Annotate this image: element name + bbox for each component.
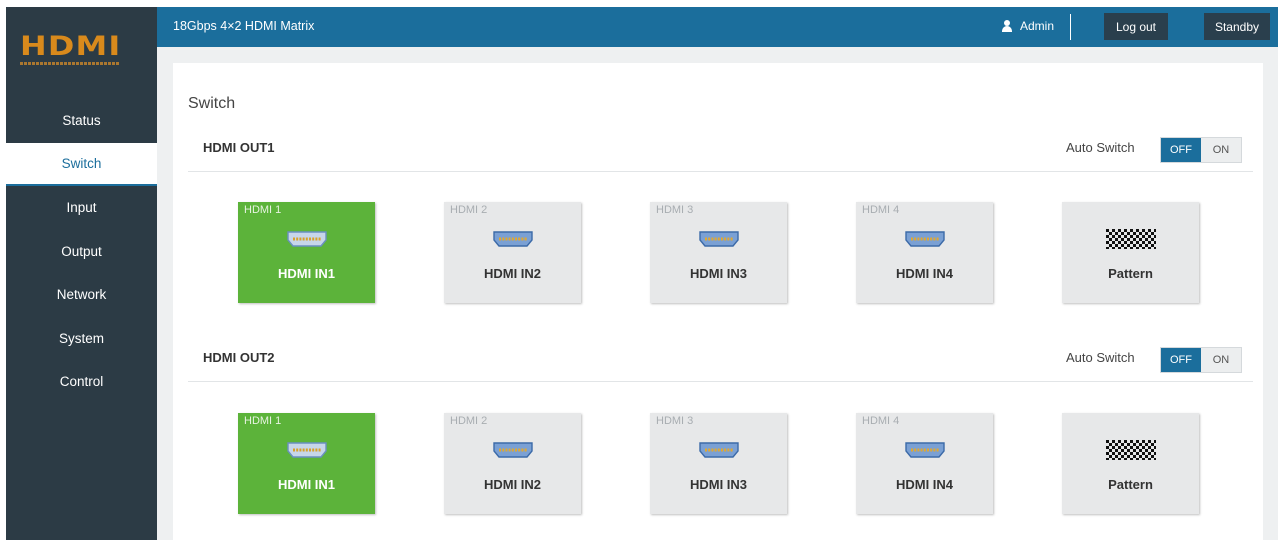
source-tile-pattern[interactable]: Pattern xyxy=(1062,202,1199,303)
hdmi-port-icon xyxy=(699,442,739,458)
source-tile-hdmi-in1[interactable]: HDMI 1 HDMI IN1 xyxy=(238,413,375,514)
sidebar-item-control[interactable]: Control xyxy=(6,360,157,404)
auto-switch-off-button[interactable]: OFF xyxy=(1161,138,1201,162)
hdmi-port-icon xyxy=(493,231,533,247)
standby-button[interactable]: Standby xyxy=(1204,13,1270,40)
source-tag: HDMI 2 xyxy=(450,415,488,427)
sidebar-item-status[interactable]: Status xyxy=(6,99,157,143)
source-tag: HDMI 1 xyxy=(244,415,282,427)
source-name: HDMI IN2 xyxy=(483,477,542,492)
sidebar-item-system[interactable]: System xyxy=(6,317,157,361)
source-tile-hdmi-in3[interactable]: HDMI 3 HDMI IN3 xyxy=(650,413,787,514)
source-tag: HDMI 3 xyxy=(656,204,694,216)
output-label: HDMI OUT2 xyxy=(203,350,275,365)
device-title: 18Gbps 4×2 HDMI Matrix xyxy=(173,19,315,33)
auto-switch-label: Auto Switch xyxy=(1066,140,1135,155)
source-name: HDMI IN3 xyxy=(689,266,748,281)
sidebar-item-input[interactable]: Input xyxy=(6,186,157,230)
hdmi-logo: HDMI xyxy=(6,7,157,80)
hdmi-port-icon xyxy=(287,442,327,458)
hdmi-port-icon xyxy=(699,231,739,247)
hdmi-port-icon xyxy=(493,442,533,458)
source-tag: HDMI 2 xyxy=(450,204,488,216)
source-tile-hdmi-in2[interactable]: HDMI 2 HDMI IN2 xyxy=(444,202,581,303)
source-tag: HDMI 4 xyxy=(862,204,900,216)
top-bar: 18Gbps 4×2 HDMI Matrix Admin Log out Sta… xyxy=(157,7,1278,47)
user-info: Admin xyxy=(1002,19,1054,33)
source-tile-hdmi-in4[interactable]: HDMI 4 HDMI IN4 xyxy=(856,413,993,514)
output-header-out2: HDMI OUT2 Auto Switch OFF ON xyxy=(188,342,1253,382)
output-label: HDMI OUT1 xyxy=(203,140,275,155)
sidebar: HDMI Status Switch Input Output Network … xyxy=(6,7,157,540)
hdmi-port-icon xyxy=(905,442,945,458)
output-header-out1: HDMI OUT1 Auto Switch OFF ON xyxy=(188,132,1253,172)
hdmi-port-icon xyxy=(905,231,945,247)
source-tag: HDMI 3 xyxy=(656,415,694,427)
auto-switch-on-button[interactable]: ON xyxy=(1201,138,1241,162)
source-name: HDMI IN4 xyxy=(895,477,954,492)
page-title: Switch xyxy=(188,95,236,112)
source-name: HDMI IN2 xyxy=(483,266,542,281)
auto-switch-on-button[interactable]: ON xyxy=(1201,348,1241,372)
source-name: Pattern xyxy=(1108,266,1153,281)
auto-switch-toggle: OFF ON xyxy=(1160,347,1242,373)
logo-tagline xyxy=(20,62,120,65)
auto-switch-off-button[interactable]: OFF xyxy=(1161,348,1201,372)
source-tag: HDMI 1 xyxy=(244,204,282,216)
sidebar-item-network[interactable]: Network xyxy=(6,273,157,317)
source-tile-hdmi-in1[interactable]: HDMI 1 HDMI IN1 xyxy=(238,202,375,303)
sidebar-item-output[interactable]: Output xyxy=(6,230,157,274)
source-tile-hdmi-in2[interactable]: HDMI 2 HDMI IN2 xyxy=(444,413,581,514)
source-name: HDMI IN1 xyxy=(277,266,336,281)
logo-text: HDMI xyxy=(20,31,122,62)
auto-switch-toggle: OFF ON xyxy=(1160,137,1242,163)
user-name: Admin xyxy=(1020,19,1055,33)
source-name: HDMI IN1 xyxy=(277,477,336,492)
content-area: Switch HDMI OUT1 Auto Switch OFF ON HDMI… xyxy=(157,47,1278,540)
source-tile-hdmi-in3[interactable]: HDMI 3 HDMI IN3 xyxy=(650,202,787,303)
source-name: HDMI IN3 xyxy=(689,477,748,492)
sidebar-item-switch[interactable]: Switch xyxy=(6,142,157,186)
auto-switch-label: Auto Switch xyxy=(1066,350,1135,365)
source-tile-hdmi-in4[interactable]: HDMI 4 HDMI IN4 xyxy=(856,202,993,303)
logout-button[interactable]: Log out xyxy=(1104,13,1168,40)
source-name: Pattern xyxy=(1108,477,1153,492)
checker-pattern-icon xyxy=(1106,440,1156,460)
checker-pattern-icon xyxy=(1106,229,1156,249)
source-tile-pattern[interactable]: Pattern xyxy=(1062,413,1199,514)
header-divider xyxy=(1070,14,1071,40)
source-name: HDMI IN4 xyxy=(895,266,954,281)
switch-panel: Switch HDMI OUT1 Auto Switch OFF ON HDMI… xyxy=(173,63,1263,540)
hdmi-port-icon xyxy=(287,231,327,247)
source-tag: HDMI 4 xyxy=(862,415,900,427)
user-icon xyxy=(1002,20,1012,32)
